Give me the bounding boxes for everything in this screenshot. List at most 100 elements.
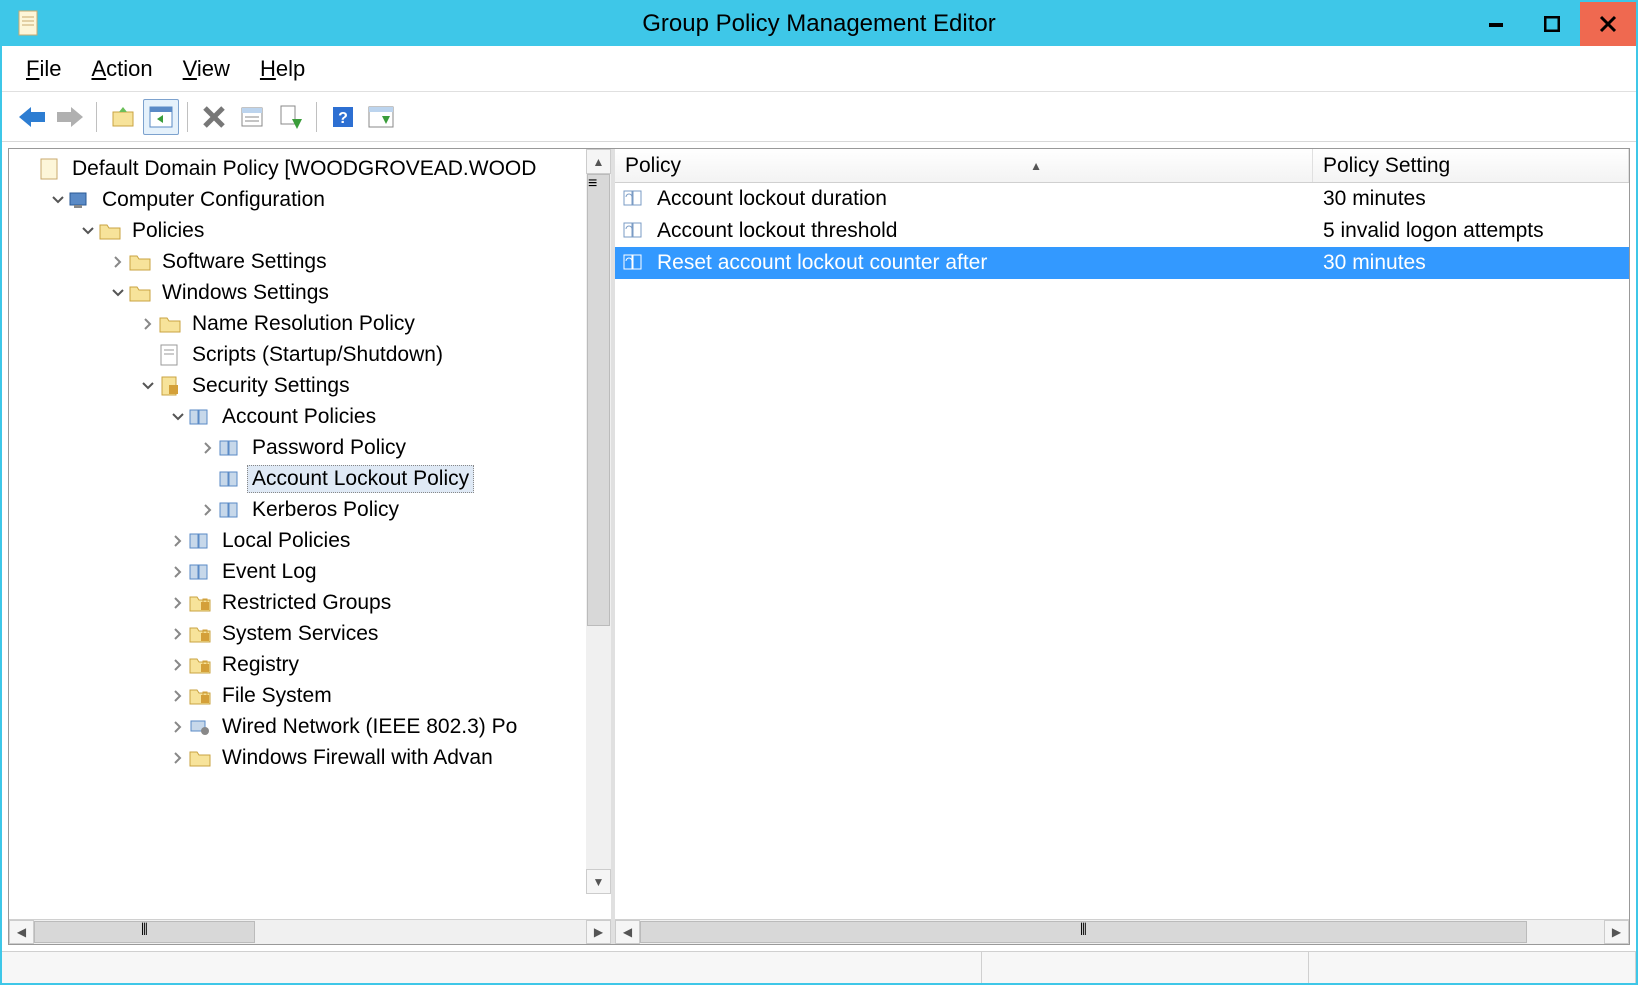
- expand-toggle-icon[interactable]: [139, 315, 157, 333]
- expand-toggle-icon[interactable]: [169, 594, 187, 612]
- list-row[interactable]: Account lockout duration30 minutes: [615, 183, 1629, 215]
- list-row[interactable]: Account lockout threshold 5 invalid logon…: [615, 215, 1629, 247]
- status-cell: [2, 952, 982, 983]
- tree-item[interactable]: Wired Network (IEEE 802.3) Po: [9, 711, 611, 742]
- expand-toggle-icon[interactable]: [169, 532, 187, 550]
- expand-toggle-icon[interactable]: [109, 253, 127, 271]
- filter-button[interactable]: [363, 99, 399, 135]
- titlebar[interactable]: Group Policy Management Editor: [2, 2, 1636, 46]
- expand-toggle-icon[interactable]: [109, 284, 127, 302]
- menu-action[interactable]: Action: [91, 56, 152, 82]
- tree-item[interactable]: Windows Settings: [9, 277, 611, 308]
- tree-item[interactable]: Account Lockout Policy: [9, 463, 611, 494]
- expand-toggle-icon[interactable]: [49, 191, 67, 209]
- tree-item[interactable]: Default Domain Policy [WOODGROVEAD.WOOD: [9, 153, 611, 184]
- tree-item[interactable]: System Services: [9, 618, 611, 649]
- scroll-thumb[interactable]: ≡: [587, 174, 610, 626]
- menu-view[interactable]: View: [183, 56, 230, 82]
- scroll-thumb[interactable]: ⦀: [640, 921, 1527, 943]
- scroll-up-button[interactable]: ▲: [586, 149, 611, 174]
- status-cell: [982, 952, 1309, 983]
- expand-toggle-icon[interactable]: [79, 222, 97, 240]
- scroll-track[interactable]: ≡: [586, 174, 611, 869]
- expand-toggle-icon[interactable]: [169, 408, 187, 426]
- expand-toggle-icon[interactable]: [169, 687, 187, 705]
- sort-indicator-icon: ▲: [1030, 159, 1302, 173]
- folder-icon: [99, 220, 121, 242]
- tree-item[interactable]: Computer Configuration: [9, 184, 611, 215]
- scroll-right-button[interactable]: ▶: [1604, 920, 1629, 944]
- policy-setting: 30 minutes: [1323, 251, 1426, 274]
- delete-button[interactable]: [196, 99, 232, 135]
- tree-item[interactable]: Security Settings: [9, 370, 611, 401]
- scroll-left-button[interactable]: ◀: [615, 920, 640, 944]
- scroll-left-button[interactable]: ◀: [9, 920, 34, 944]
- tree-item[interactable]: Scripts (Startup/Shutdown): [9, 339, 611, 370]
- folderlock-icon: [189, 654, 211, 676]
- expand-toggle-icon[interactable]: [199, 501, 217, 519]
- tree-item[interactable]: Name Resolution Policy: [9, 308, 611, 339]
- policies-icon: [189, 530, 211, 552]
- tree-pane: Default Domain Policy [WOODGROVEAD.WOODC…: [9, 149, 615, 944]
- tree-item[interactable]: Local Policies: [9, 525, 611, 556]
- scroll-thumb[interactable]: ⦀: [34, 921, 255, 943]
- expand-toggle-icon[interactable]: [139, 377, 157, 395]
- svg-text:?: ?: [338, 110, 348, 127]
- help-button[interactable]: ?: [325, 99, 361, 135]
- tree-item-label: Windows Firewall with Advan: [217, 744, 498, 772]
- expand-toggle-icon[interactable]: [169, 625, 187, 643]
- tree-item[interactable]: Registry: [9, 649, 611, 680]
- minimize-button[interactable]: [1468, 2, 1524, 46]
- tree-horizontal-scrollbar[interactable]: ◀ ⦀ ▶: [9, 919, 611, 944]
- tree-item-label: Software Settings: [157, 248, 332, 276]
- tree-item[interactable]: Software Settings: [9, 246, 611, 277]
- folder-icon: [159, 313, 181, 335]
- menu-help[interactable]: Help: [260, 56, 305, 82]
- list-rows[interactable]: Account lockout duration30 minutesAccoun…: [615, 183, 1629, 919]
- export-list-button[interactable]: [272, 99, 308, 135]
- policies-icon: [219, 437, 241, 459]
- tree-item[interactable]: Event Log: [9, 556, 611, 587]
- expand-toggle-icon[interactable]: [169, 563, 187, 581]
- policy-setting: 5 invalid logon attempts: [1323, 219, 1544, 242]
- tree-item[interactable]: File System: [9, 680, 611, 711]
- tree-vertical-scrollbar[interactable]: ▲ ≡ ▼: [586, 149, 611, 894]
- scroll-track[interactable]: ⦀: [34, 920, 586, 944]
- close-button[interactable]: [1580, 2, 1636, 46]
- scroll-right-button[interactable]: ▶: [586, 920, 611, 944]
- expand-toggle-icon[interactable]: [169, 656, 187, 674]
- policy-setting: 30 minutes: [1323, 187, 1426, 210]
- forward-button[interactable]: [52, 99, 88, 135]
- up-button[interactable]: [105, 99, 141, 135]
- policy-name: Account lockout threshold: [657, 219, 897, 243]
- statusbar: [2, 951, 1636, 983]
- tree-item[interactable]: Restricted Groups: [9, 587, 611, 618]
- expand-toggle-icon[interactable]: [169, 749, 187, 767]
- tree-item[interactable]: Password Policy: [9, 432, 611, 463]
- scroll-down-button[interactable]: ▼: [586, 869, 611, 894]
- tree-item-label: Kerberos Policy: [247, 496, 404, 524]
- tree-item-label: Restricted Groups: [217, 589, 396, 617]
- maximize-button[interactable]: [1524, 2, 1580, 46]
- menu-file[interactable]: File: [26, 56, 61, 82]
- column-header-policy[interactable]: Policy ▲: [615, 149, 1313, 182]
- list-row[interactable]: Reset account lockout counter after30 mi…: [615, 247, 1629, 279]
- expand-toggle-icon[interactable]: [199, 439, 217, 457]
- properties-button[interactable]: [234, 99, 270, 135]
- system-icon[interactable]: [14, 8, 44, 38]
- scroll-track[interactable]: ⦀: [640, 920, 1604, 944]
- column-header-setting[interactable]: Policy Setting: [1313, 149, 1629, 182]
- tree-item-label: File System: [217, 682, 337, 710]
- expand-toggle-icon[interactable]: [169, 718, 187, 736]
- security-icon: [159, 375, 181, 397]
- back-button[interactable]: [14, 99, 50, 135]
- list-horizontal-scrollbar[interactable]: ◀ ⦀ ▶: [615, 919, 1629, 944]
- tree-item[interactable]: Policies: [9, 215, 611, 246]
- show-hide-console-tree-button[interactable]: [143, 99, 179, 135]
- tree[interactable]: Default Domain Policy [WOODGROVEAD.WOODC…: [9, 149, 611, 773]
- tree-item[interactable]: Windows Firewall with Advan: [9, 742, 611, 773]
- tree-item[interactable]: Account Policies: [9, 401, 611, 432]
- tree-item-label: Scripts (Startup/Shutdown): [187, 341, 448, 369]
- tree-item[interactable]: Kerberos Policy: [9, 494, 611, 525]
- network-icon: [189, 716, 211, 738]
